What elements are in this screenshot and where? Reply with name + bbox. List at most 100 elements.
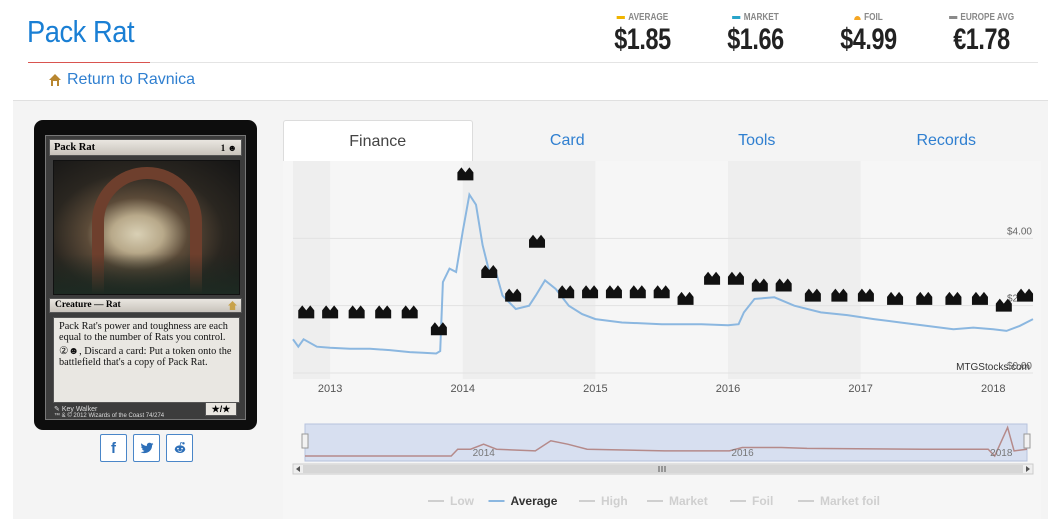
bfz-icon-glyph	[629, 285, 646, 299]
facebook-share-button[interactable]: f	[100, 434, 127, 462]
soi-icon[interactable]	[677, 291, 694, 305]
navigator-label: 2018	[990, 448, 1013, 459]
card-copyright: ™ & © 2012 Wizards of the Coast 74/274	[54, 413, 165, 419]
price-chart-area: $4.00$2.00$0.00201320142015201620172018M…	[283, 161, 1041, 519]
ogw-icon[interactable]	[653, 285, 670, 299]
rtr-set-icon	[49, 74, 61, 86]
rna-icon-glyph	[971, 291, 988, 305]
navigator-label: 2014	[473, 448, 496, 459]
legend-item[interactable]: Low	[450, 494, 475, 508]
set-link[interactable]: Return to Ravnica	[48, 71, 195, 89]
europe-swatch	[948, 16, 958, 19]
facebook-icon: f	[111, 439, 116, 457]
legend-item[interactable]: Market foil	[820, 494, 880, 508]
x-tick-label: 2018	[981, 383, 1005, 395]
card-image[interactable]: Pack Rat 1 ☻ Creature — Rat Pack Rat's p…	[34, 120, 257, 430]
x-tick-label: 2016	[716, 383, 740, 395]
ogw-icon-glyph	[653, 285, 670, 299]
legend-item[interactable]: High	[601, 494, 628, 508]
rules-line-2: ②☻, Discard a card: Put a token onto the…	[59, 346, 232, 368]
set-name: Return to Ravnica	[67, 71, 196, 88]
price-europe-label: EUROPE AVG	[960, 12, 1015, 23]
price-market-value: $1.66	[727, 23, 784, 56]
price-market-label: MARKET	[743, 12, 779, 23]
x-tick-label: 2015	[583, 383, 607, 395]
trident-icon[interactable]	[430, 322, 447, 336]
dom-icon-glyph	[887, 291, 904, 305]
type-line: Creature — Rat	[55, 300, 121, 310]
rtr-rarity-icon	[228, 301, 237, 310]
card-artist: ✎ Key Walker	[54, 406, 98, 413]
scrollbar-thumb[interactable]	[303, 465, 1023, 473]
price-europe-value: €1.78	[953, 23, 1010, 56]
navigator-handle[interactable]	[1023, 433, 1031, 449]
emn-icon-glyph	[704, 271, 721, 285]
share-buttons: f	[100, 434, 193, 462]
rna-icon[interactable]	[971, 291, 988, 305]
x-tick-label: 2013	[318, 383, 342, 395]
year-band	[727, 161, 861, 379]
twitter-share-button[interactable]	[133, 434, 160, 462]
soi-icon-glyph	[677, 291, 694, 305]
average-swatch	[616, 16, 625, 19]
emn-icon[interactable]	[704, 271, 721, 285]
price-foil-label: FOIL	[864, 12, 883, 23]
power-toughness: ★/★	[205, 402, 237, 416]
market-swatch	[732, 16, 741, 19]
helmet-icon[interactable]	[375, 305, 392, 319]
navigator-handle[interactable]	[301, 433, 309, 449]
price-foil: FOIL $4.99	[812, 12, 925, 57]
archway-icon[interactable]	[348, 305, 365, 319]
x-tick-label: 2017	[848, 383, 872, 395]
bfz-icon[interactable]	[629, 285, 646, 299]
tab-bar: Finance Card Tools Records	[283, 120, 1041, 161]
mana-cost: 1 ☻	[220, 143, 237, 153]
x-tick-label: 2014	[451, 383, 475, 395]
price-chart[interactable]: $4.00$2.00$0.00201320142015201620172018M…	[283, 161, 1041, 519]
price-average: AVERAGE $1.85	[586, 12, 699, 57]
helmet-icon-glyph	[375, 305, 392, 319]
m19-icon-glyph	[916, 291, 933, 305]
price-average-label: AVERAGE	[628, 12, 669, 23]
reddit-share-button[interactable]	[166, 434, 193, 462]
chart-credit: MTGStocks.com	[956, 362, 1030, 373]
price-summary: AVERAGE $1.85 MARKET $1.66 FOIL $4.99 EU…	[586, 12, 1038, 57]
y-tick-label: $4.00	[1007, 226, 1032, 237]
trident-icon-glyph	[430, 322, 447, 336]
tab-finance[interactable]: Finance	[283, 120, 473, 161]
mh1-icon-glyph	[1017, 288, 1034, 302]
rules-line-1: Pack Rat's power and toughness are each …	[59, 321, 228, 343]
dom-icon[interactable]	[887, 291, 904, 305]
archway-icon-glyph	[348, 305, 365, 319]
tab-tools[interactable]: Tools	[662, 120, 852, 161]
foil-swatch	[854, 15, 861, 20]
m14-icon[interactable]	[401, 305, 418, 319]
price-europe: EUROPE AVG €1.78	[925, 12, 1038, 57]
card-image-name: Pack Rat	[54, 142, 96, 153]
tab-records[interactable]: Records	[852, 120, 1042, 161]
tab-card[interactable]: Card	[473, 120, 663, 161]
legend-item[interactable]: Market	[669, 494, 708, 508]
navigator-label: 2016	[731, 448, 754, 459]
title-underline	[28, 62, 150, 63]
header-divider	[150, 62, 1038, 63]
card-title: Pack Rat	[27, 14, 135, 49]
series-line-average[interactable]	[292, 191, 1034, 355]
m19-icon[interactable]	[916, 291, 933, 305]
price-market: MARKET $1.66	[699, 12, 812, 57]
price-average-value: $1.85	[614, 23, 671, 56]
card-art	[53, 160, 240, 295]
legend-item[interactable]: Foil	[752, 494, 773, 508]
rules-text: Pack Rat's power and toughness are each …	[53, 317, 240, 403]
reddit-icon	[174, 441, 185, 453]
legend-item[interactable]: Average	[511, 494, 558, 508]
grn-icon[interactable]	[945, 291, 962, 305]
price-foil-value: $4.99	[840, 23, 897, 56]
twitter-icon	[140, 442, 153, 454]
ori-icon-glyph	[605, 285, 622, 299]
page: Pack Rat Return to Ravnica AVERAGE $1.85…	[0, 0, 1048, 519]
ori-icon[interactable]	[605, 285, 622, 299]
mh1-icon[interactable]	[1017, 288, 1034, 302]
m14-icon-glyph	[401, 305, 418, 319]
grn-icon-glyph	[945, 291, 962, 305]
